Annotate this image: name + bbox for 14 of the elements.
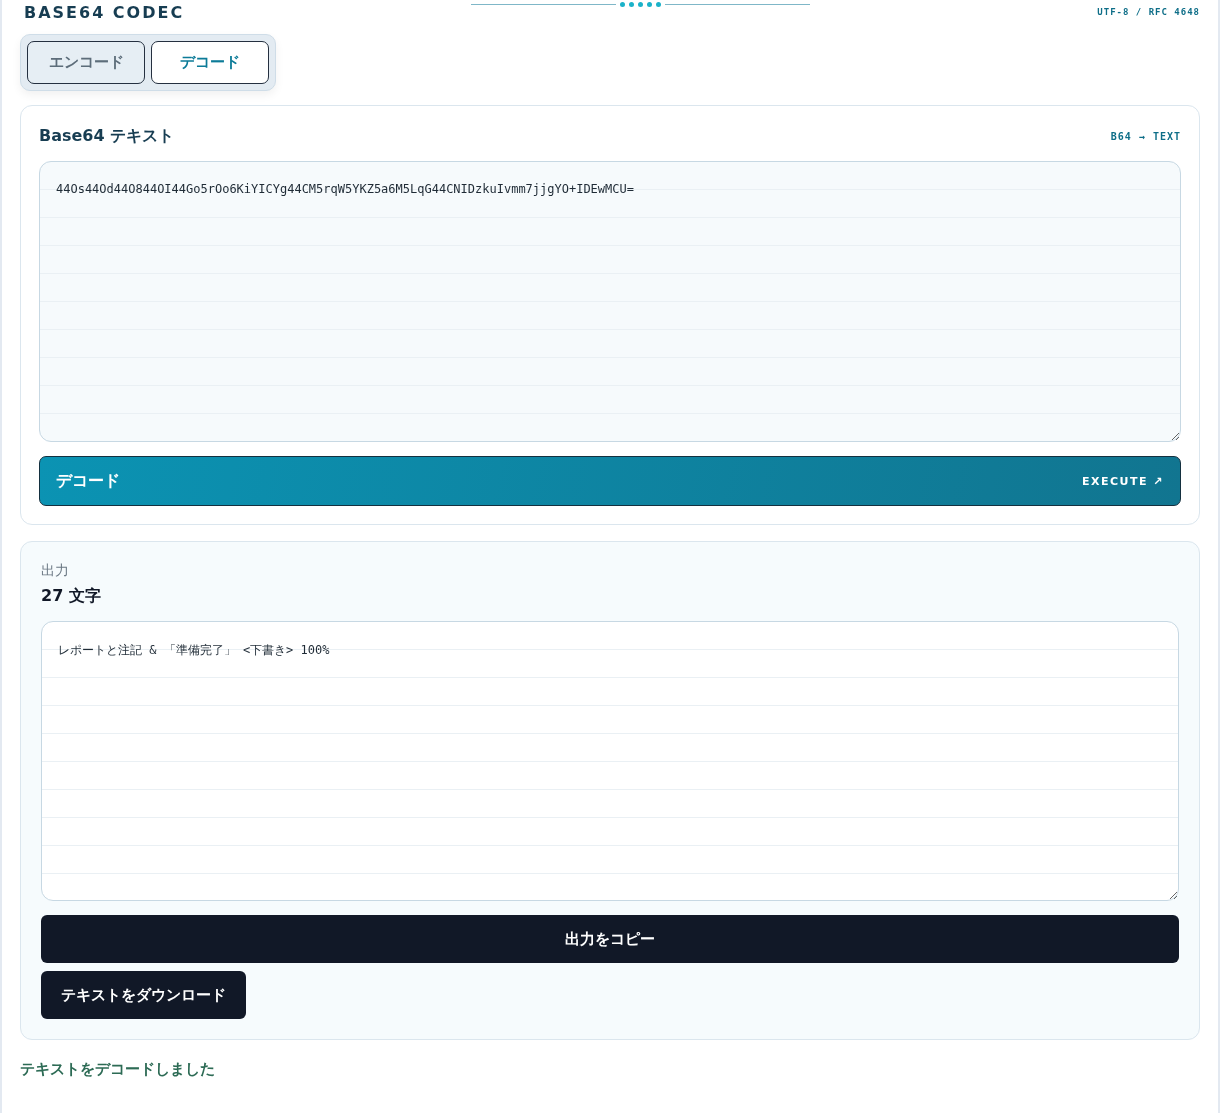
output-field[interactable]: レポートと注記 & 「準備完了」 <下書き> 100%	[41, 621, 1179, 901]
mode-tab[interactable]: デコード	[151, 41, 269, 84]
mode-tab[interactable]: エンコード	[27, 41, 145, 84]
download-button[interactable]: テキストをダウンロード	[41, 971, 246, 1019]
decode-button[interactable]: デコード EXECUTE ↗	[39, 456, 1181, 506]
input-title: Base64 テキスト	[39, 126, 175, 147]
standard-label: UTF-8 / RFC 4648	[1097, 7, 1200, 17]
app-title: BASE64 CODEC	[24, 2, 185, 22]
direction-label: B64 → TEXT	[1110, 131, 1181, 142]
base64-input-field[interactable]: 44Os44Od44O844OI44Go5rOo6KiYICYg44CM5rqW5YKZ5a6M5LqG44CNIDzkuIvmm7jjgYO+IDEwMCU=	[39, 161, 1181, 442]
output-label: 出力	[41, 562, 70, 580]
character-count: 27 文字	[41, 586, 102, 607]
copy-button[interactable]: 出力をコピー	[41, 915, 1179, 963]
status-message: テキストをデコードしました	[20, 1060, 216, 1079]
